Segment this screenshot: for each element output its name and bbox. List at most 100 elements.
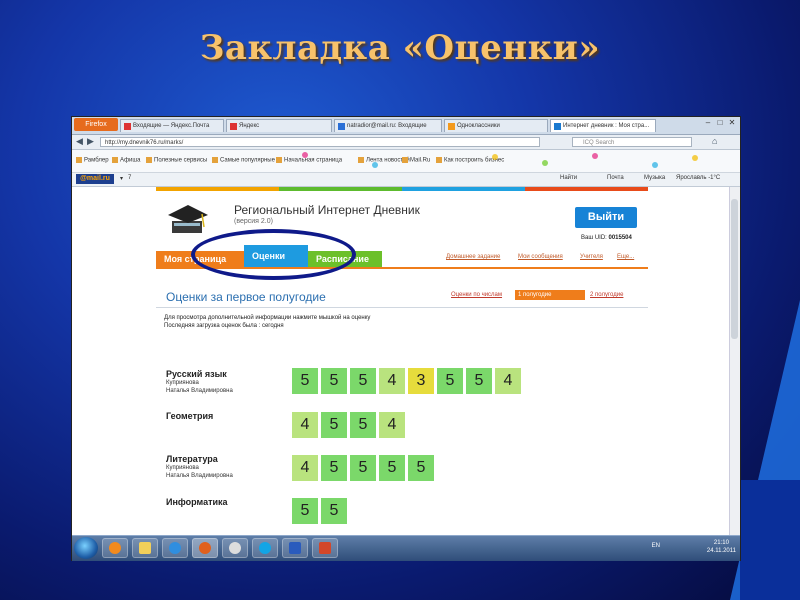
site-version: (версия 2.0) (234, 218, 273, 225)
marks-by-date-link[interactable]: Оценки по числам (451, 292, 502, 298)
language-indicator[interactable]: EN (652, 543, 660, 549)
firefox-icon (199, 542, 211, 554)
bookmark-icon (358, 157, 364, 163)
browser-tab-active[interactable]: Интернет дневник : Моя стра... (550, 119, 656, 132)
vertical-scrollbar[interactable] (729, 187, 740, 538)
browser-tab[interactable]: Яндекс (226, 119, 332, 132)
bookmark-item[interactable]: Начальная страница (276, 157, 342, 164)
favicon-icon (124, 123, 131, 130)
start-button[interactable] (74, 537, 98, 559)
favicon-icon (230, 123, 237, 130)
confetti-decor (542, 160, 548, 166)
grade-cell[interactable]: 5 (379, 455, 405, 481)
bookmark-item[interactable]: Самые популярные (212, 157, 275, 164)
teacher-name: Наталья Владимировна (166, 473, 233, 479)
messages-link[interactable]: Мои сообщения (518, 254, 563, 260)
confetti-decor (652, 162, 658, 168)
grades-row: 4 5 5 4 (292, 412, 405, 438)
url-input[interactable]: http://my.dnevnik76.ru/marks/ (100, 137, 540, 147)
taskbar-media-button[interactable] (102, 538, 128, 558)
music-button[interactable]: Музыка (644, 175, 665, 181)
bookmark-item[interactable]: Рамблер (76, 157, 109, 164)
logout-button[interactable]: Выйти (575, 207, 637, 228)
mailru-logo[interactable]: @mail.ru (76, 174, 114, 184)
grade-cell[interactable]: 4 (292, 412, 318, 438)
bookmarks-bar: Рамблер Афиша Полезные сервисы Самые поп… (72, 150, 740, 173)
grade-cell[interactable]: 5 (437, 368, 463, 394)
back-arrow-icon[interactable]: ◀ (76, 136, 83, 147)
half-year-1-tab[interactable]: 1 полугодие (515, 290, 585, 300)
bookmark-icon (146, 157, 152, 163)
header-color-line (156, 187, 648, 191)
confetti-decor (492, 154, 498, 160)
more-link[interactable]: Еще... (617, 254, 634, 260)
web-page: Региональный Интернет Дневник (версия 2.… (72, 187, 730, 538)
taskbar-skype-button[interactable] (252, 538, 278, 558)
bookmark-icon (76, 157, 82, 163)
grade-cell[interactable]: 5 (350, 412, 376, 438)
forward-arrow-icon[interactable]: ▶ (87, 136, 94, 147)
find-button[interactable]: Найти (560, 175, 577, 181)
last-update-text: Последняя загрузка оценок была : сегодня (164, 323, 284, 329)
hint-text: Для просмотра дополнительной информации … (164, 315, 371, 321)
taskbar-powerpoint-button[interactable] (312, 538, 338, 558)
home-icon[interactable]: ⌂ (712, 136, 717, 146)
close-icon[interactable]: ✕ (726, 118, 738, 127)
clock[interactable]: 21:10 24.11.2011 (707, 539, 736, 555)
subject-row: Информатика (166, 497, 228, 507)
grade-cell[interactable]: 5 (350, 455, 376, 481)
grades-row: 5 5 5 4 3 5 5 4 (292, 368, 521, 394)
mouse-icon (229, 542, 241, 554)
mail-dropdown-icon[interactable]: ▾ (120, 175, 123, 182)
tab-marks[interactable]: Оценки (244, 245, 308, 267)
grade-cell[interactable]: 5 (321, 455, 347, 481)
tab-my-page[interactable]: Моя страница (156, 251, 246, 267)
grade-cell[interactable]: 5 (292, 368, 318, 394)
grade-cell[interactable]: 5 (350, 368, 376, 394)
taskbar-mouse-button[interactable] (222, 538, 248, 558)
grade-cell[interactable]: 5 (321, 368, 347, 394)
mail-button[interactable]: Почта (607, 175, 624, 181)
tab-schedule[interactable]: Расписание (308, 251, 382, 267)
powerpoint-icon (319, 542, 331, 554)
firefox-menu-button[interactable]: Firefox (74, 118, 118, 131)
bookmark-item[interactable]: Полезные сервисы (146, 157, 207, 164)
grade-cell[interactable]: 5 (321, 412, 347, 438)
taskbar-firefox-button[interactable] (192, 538, 218, 558)
grade-cell[interactable]: 4 (495, 368, 521, 394)
grade-cell[interactable]: 3 (408, 368, 434, 394)
grade-cell[interactable]: 5 (408, 455, 434, 481)
scrollbar-thumb[interactable] (731, 199, 738, 339)
taskbar-ie-button[interactable] (162, 538, 188, 558)
bookmark-item[interactable]: Mail.Ru (402, 157, 430, 164)
bookmark-item[interactable]: Афиша (112, 157, 141, 164)
grade-cell[interactable]: 5 (292, 498, 318, 524)
half-year-2-link[interactable]: 2 полугодие (590, 292, 623, 298)
browser-tab[interactable]: Одноклассники (444, 119, 548, 132)
taskbar-word-button[interactable] (282, 538, 308, 558)
grade-cell[interactable]: 5 (466, 368, 492, 394)
address-bar: ◀ ▶ http://my.dnevnik76.ru/marks/ ICQ Se… (72, 135, 740, 150)
ie-icon (169, 542, 181, 554)
grade-cell[interactable]: 5 (321, 498, 347, 524)
search-input[interactable]: ICQ Search (572, 137, 692, 147)
subject-row: Литература Куприянова Наталья Владимиров… (166, 454, 233, 480)
maximize-icon[interactable]: □ (714, 118, 726, 127)
graduation-cap-icon (168, 205, 208, 233)
browser-tab[interactable]: natradior@mail.ru: Входящие (334, 119, 442, 132)
title-divider (156, 307, 648, 308)
minimize-icon[interactable]: – (702, 118, 714, 127)
favicon-icon (448, 123, 455, 130)
favicon-icon (338, 123, 345, 130)
grade-cell[interactable]: 4 (379, 412, 405, 438)
taskbar-explorer-button[interactable] (132, 538, 158, 558)
teachers-link[interactable]: Учителя (580, 254, 603, 260)
weather-widget[interactable]: Ярославль -1°С (676, 175, 720, 181)
decor-block (740, 480, 800, 600)
subject-name: Информатика (166, 497, 228, 507)
grade-cell[interactable]: 4 (379, 368, 405, 394)
browser-tab[interactable]: Входящие — Яндекс.Почта (120, 119, 224, 132)
grade-cell[interactable]: 4 (292, 455, 318, 481)
mail-counter[interactable]: 7 (128, 175, 131, 181)
homework-link[interactable]: Домашнее задание (446, 254, 500, 260)
